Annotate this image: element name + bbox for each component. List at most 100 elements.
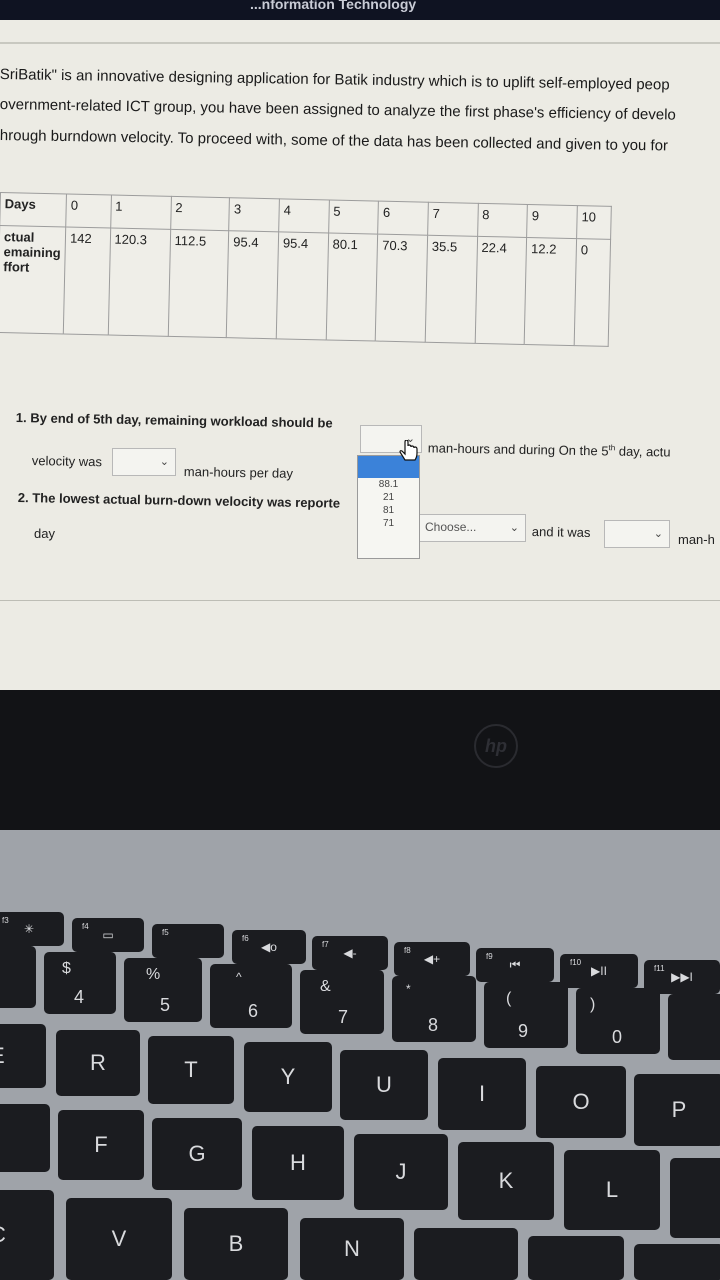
key-f[interactable]: F — [58, 1110, 144, 1180]
key-j[interactable]: J — [354, 1134, 448, 1210]
key-6[interactable]: ^ 6 — [210, 964, 292, 1028]
table-cell: 95.4 — [226, 230, 279, 339]
key-h[interactable]: H — [252, 1126, 344, 1200]
key-f9[interactable]: f9 ⏮ — [476, 948, 554, 982]
key-d[interactable] — [0, 1104, 50, 1172]
q2-velocity-select[interactable]: ⌄ — [604, 520, 670, 548]
dropdown-options-list[interactable]: 88.1 21 81 71 — [357, 455, 420, 559]
key-label: I — [478, 1081, 486, 1106]
key-label: P — [671, 1097, 687, 1122]
key-3[interactable] — [0, 946, 36, 1008]
key-o[interactable]: O — [536, 1066, 626, 1138]
key-f7[interactable]: f7 ◀- — [312, 936, 388, 970]
key-7[interactable]: & 7 — [300, 970, 384, 1034]
table-cell: 142 — [63, 227, 111, 335]
key-i[interactable]: I — [438, 1058, 526, 1130]
key-f10[interactable]: f10 ▶II — [560, 954, 638, 988]
key-icon: ◀- — [343, 946, 357, 960]
table-cell: 4 — [278, 198, 330, 233]
key-label: E — [0, 1043, 5, 1069]
table-cell: 0 — [65, 194, 111, 229]
table-cell: 7 — [427, 202, 479, 237]
key-b[interactable]: B — [184, 1208, 288, 1280]
table-cell: 112.5 — [167, 229, 230, 338]
key-label: T — [184, 1057, 198, 1082]
key-semicolon[interactable] — [670, 1158, 720, 1238]
table-cell: 80.1 — [325, 232, 378, 342]
key-label: 5 — [160, 995, 171, 1015]
key-f3[interactable]: f3 ✳ — [0, 912, 64, 946]
q2-text-c: man-h — [678, 532, 715, 547]
q1-text-a: 1. By end of 5th day, remaining workload… — [15, 410, 333, 431]
table-cell: 22.4 — [474, 236, 527, 345]
key-8[interactable]: * 8 — [392, 976, 476, 1042]
window-title: ...nformation Technology — [250, 0, 417, 12]
key-y[interactable]: Y — [244, 1042, 332, 1112]
key-label: Y — [280, 1064, 296, 1089]
chevron-down-icon: ⌄ — [653, 528, 663, 540]
key-t[interactable]: T — [148, 1036, 234, 1104]
key-v[interactable]: V — [66, 1198, 172, 1280]
dropdown-option[interactable]: 81 — [358, 504, 419, 517]
key-f8[interactable]: f8 ◀+ — [394, 942, 470, 976]
key-u[interactable]: U — [340, 1050, 428, 1120]
key-label: N — [344, 1236, 360, 1261]
key-label: V — [111, 1226, 127, 1251]
key-f5[interactable]: f5 — [152, 924, 224, 958]
key-r[interactable]: R — [56, 1030, 140, 1096]
table-cell: 12.2 — [524, 237, 577, 346]
table-row-remaining: ctual emaining ffort 142 120.3 112.5 95.… — [0, 225, 611, 347]
table-cell: 6 — [377, 201, 429, 236]
key-c[interactable]: C — [0, 1190, 54, 1280]
q1-text-b-label: man-hours and during On the 5 — [427, 440, 609, 459]
title-bar: ...nformation Technology — [0, 0, 720, 20]
key-minus[interactable] — [668, 994, 720, 1060]
divider — [0, 42, 720, 44]
key-g[interactable]: G — [152, 1118, 242, 1190]
key-n[interactable]: N — [300, 1218, 404, 1280]
key-period[interactable] — [634, 1244, 720, 1280]
key-p[interactable]: P — [634, 1074, 720, 1146]
key-label: 9 — [518, 1021, 529, 1041]
key-icon: ⏮ — [509, 957, 521, 972]
key-label: 4 — [74, 987, 85, 1007]
key-label: B — [228, 1231, 244, 1256]
q1-velocity-select[interactable]: ⌄ — [112, 448, 176, 476]
table-cell: 35.5 — [425, 235, 478, 344]
key-label: H — [290, 1150, 306, 1175]
key-icon: ◀+ — [423, 952, 441, 966]
key-5[interactable]: % 5 — [124, 958, 202, 1022]
table-cell: 10 — [576, 205, 612, 240]
key-label: $ — [62, 960, 71, 977]
key-l[interactable]: L — [564, 1150, 660, 1230]
key-0[interactable]: ) 0 — [576, 988, 660, 1054]
key-label: % — [146, 966, 161, 983]
table-cell: 9 — [526, 204, 578, 239]
key-icon: ▶II — [591, 964, 607, 978]
row-header-days: Days — [0, 192, 67, 228]
q2-day-select[interactable]: Choose... ⌄ — [418, 514, 526, 542]
table-cell: 70.3 — [375, 234, 428, 343]
table-cell: 1 — [110, 195, 172, 230]
q1-text-b: man-hours and during On the 5th day, act… — [427, 440, 671, 459]
key-k[interactable]: K — [458, 1142, 554, 1220]
q2-select-placeholder: Choose... — [425, 520, 477, 534]
key-e[interactable]: E — [0, 1024, 46, 1088]
row-header-line: ffort — [3, 259, 30, 275]
hp-logo: hp — [474, 724, 518, 768]
key-icon: ▶▶I — [671, 970, 693, 984]
key-9[interactable]: (9 — [484, 982, 568, 1048]
key-comma[interactable] — [528, 1236, 624, 1280]
key-icon: ◀o — [261, 940, 277, 954]
key-label: L — [605, 1177, 619, 1202]
key-m[interactable] — [414, 1228, 518, 1280]
key-label: G — [188, 1141, 206, 1166]
key-4[interactable]: $4 — [44, 952, 116, 1014]
dropdown-option[interactable]: 71 — [358, 517, 419, 530]
key-label: C — [0, 1222, 6, 1248]
q1-sup: th — [608, 443, 616, 453]
key-f6[interactable]: f6 ◀o — [232, 930, 306, 964]
dropdown-option[interactable]: 21 — [358, 491, 419, 504]
dropdown-option[interactable]: 88.1 — [358, 478, 419, 491]
key-f4[interactable]: f4 ▭ — [72, 918, 144, 952]
